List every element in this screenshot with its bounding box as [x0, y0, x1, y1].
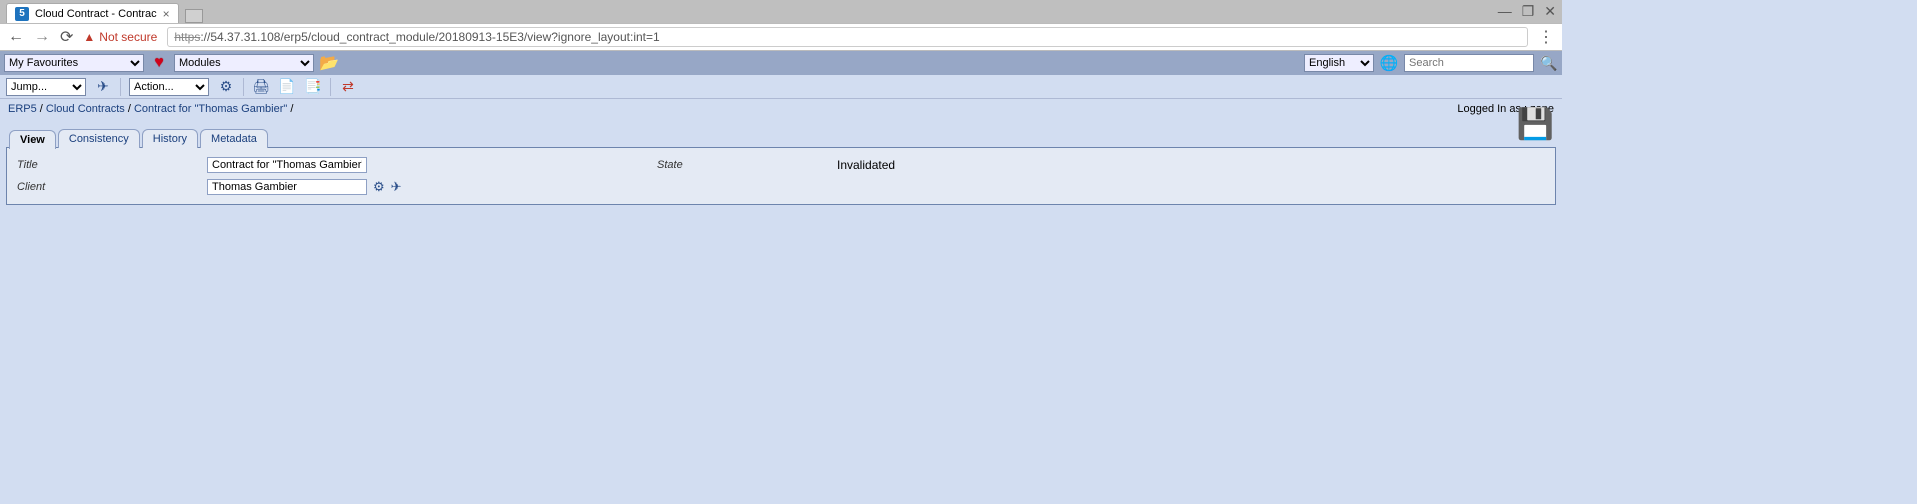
- separator: [330, 78, 331, 96]
- tab-close-icon[interactable]: ×: [163, 7, 170, 21]
- jump-select[interactable]: Jump...: [6, 78, 86, 96]
- jump-go-icon[interactable]: ✈: [94, 78, 112, 96]
- new-tab-button[interactable]: [185, 9, 203, 23]
- window-close-icon[interactable]: ✕: [1544, 3, 1556, 20]
- relation-gear-icon[interactable]: ⚙: [373, 179, 385, 195]
- not-secure-label: Not secure: [99, 30, 157, 44]
- crumb-module[interactable]: Cloud Contracts: [46, 103, 125, 115]
- browser-tab[interactable]: 5 Cloud Contract - Contrac ×: [6, 3, 179, 23]
- heart-icon[interactable]: ♥: [150, 54, 168, 72]
- warning-icon: ▲: [83, 30, 95, 44]
- copy-doc-icon[interactable]: 📑: [304, 78, 322, 96]
- language-select[interactable]: English: [1304, 54, 1374, 72]
- tab-history[interactable]: History: [142, 129, 198, 148]
- nav-forward-icon: →: [34, 28, 50, 46]
- browser-menu-icon[interactable]: ⋮: [1538, 27, 1554, 47]
- save-icon[interactable]: 💾: [1517, 107, 1554, 142]
- separator: [243, 78, 244, 96]
- action-select[interactable]: Action...: [129, 78, 209, 96]
- print-icon[interactable]: 🖨: [252, 78, 270, 96]
- favicon-icon: 5: [15, 7, 29, 21]
- tab-title: Cloud Contract - Contrac: [35, 8, 157, 20]
- window-restore-icon[interactable]: ❐: [1522, 3, 1535, 20]
- separator: [120, 78, 121, 96]
- globe-icon[interactable]: 🌐: [1380, 54, 1398, 72]
- breadcrumb: ERP5 / Cloud Contracts / Contract for "T…: [8, 103, 293, 115]
- new-doc-icon[interactable]: 📄: [278, 78, 296, 96]
- open-folder-icon[interactable]: 📂: [320, 54, 338, 72]
- crumb-erp5[interactable]: ERP5: [8, 103, 37, 115]
- action-go-icon[interactable]: ⚙: [217, 78, 235, 96]
- tab-view[interactable]: View: [9, 130, 56, 149]
- tab-metadata[interactable]: Metadata: [200, 129, 268, 148]
- title-label: Title: [17, 159, 207, 171]
- crumb-document[interactable]: Contract for "Thomas Gambier": [134, 103, 287, 115]
- client-label: Client: [17, 181, 207, 193]
- window-minimize-icon[interactable]: —: [1498, 3, 1512, 20]
- title-input[interactable]: [207, 157, 367, 173]
- search-input[interactable]: [1404, 54, 1534, 72]
- client-input[interactable]: [207, 179, 367, 195]
- relation-jump-icon[interactable]: ✈: [391, 179, 402, 195]
- url-rest: ://54.37.31.108/erp5/cloud_contract_modu…: [200, 30, 659, 44]
- address-bar[interactable]: https://54.37.31.108/erp5/cloud_contract…: [167, 27, 1528, 47]
- nav-back-icon[interactable]: ←: [8, 28, 24, 46]
- state-label: State: [657, 159, 837, 171]
- state-value: Invalidated: [837, 158, 895, 172]
- favourites-select[interactable]: My Favourites: [4, 54, 144, 72]
- nav-reload-icon[interactable]: ⟳: [60, 27, 73, 47]
- not-secure-badge[interactable]: ▲ Not secure: [83, 30, 157, 44]
- tab-consistency[interactable]: Consistency: [58, 129, 140, 148]
- url-scheme: https: [174, 30, 200, 44]
- form-panel: Title State Invalidated Client ⚙ ✈: [6, 147, 1556, 205]
- modules-select[interactable]: Modules: [174, 54, 314, 72]
- exchange-icon[interactable]: ⇄: [339, 78, 357, 96]
- search-icon[interactable]: 🔍: [1540, 54, 1558, 72]
